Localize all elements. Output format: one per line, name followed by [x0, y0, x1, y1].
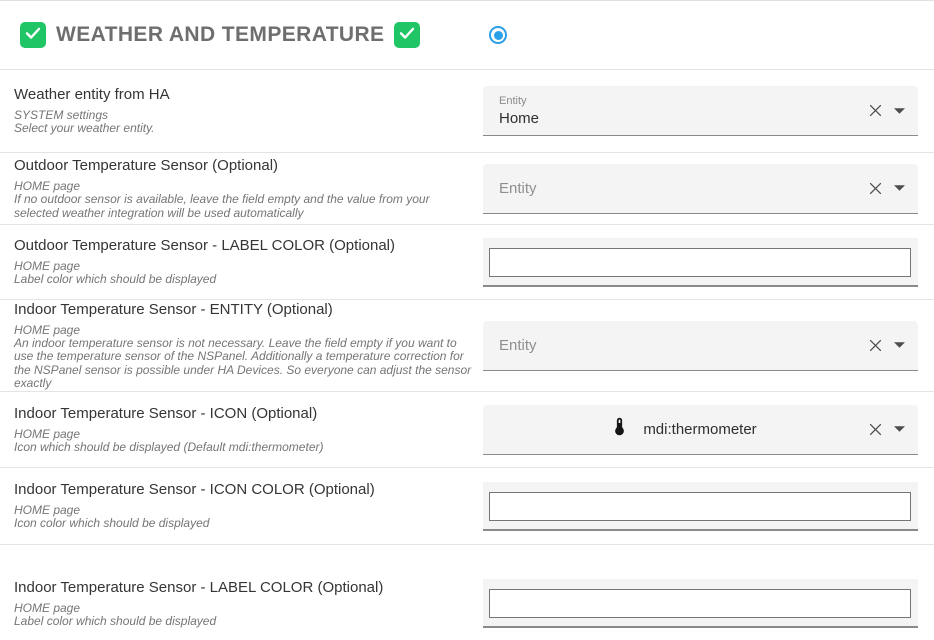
weather-entity-select[interactable]: Entity Home: [483, 86, 918, 136]
setting-row-outdoor-label-color: Outdoor Temperature Sensor - LABEL COLOR…: [0, 225, 934, 300]
indoor-temp-entity-select[interactable]: Entity: [483, 321, 918, 371]
setting-row-indoor-icon-color: Indoor Temperature Sensor - ICON COLOR (…: [0, 468, 934, 545]
select-icons: [867, 337, 905, 354]
textfield-container: [483, 579, 918, 628]
setting-title: Indoor Temperature Sensor - ICON COLOR (…: [14, 481, 473, 498]
setting-description: Select your weather entity.: [14, 122, 473, 136]
select-placeholder: Entity: [499, 337, 867, 354]
setting-subtitle: HOME page: [14, 323, 473, 337]
setting-info: Indoor Temperature Sensor - LABEL COLOR …: [0, 545, 483, 640]
setting-subtitle: HOME page: [14, 427, 473, 441]
setting-row-indoor-icon: Indoor Temperature Sensor - ICON (Option…: [0, 392, 934, 468]
setting-input-column: Entity: [483, 153, 918, 224]
setting-description: An indoor temperature sensor is not nece…: [14, 337, 473, 391]
dropdown-caret-icon[interactable]: [894, 108, 905, 114]
setting-title: Indoor Temperature Sensor - LABEL COLOR …: [14, 579, 473, 596]
setting-input-column: [483, 545, 918, 640]
section-header-right: [483, 26, 934, 44]
setting-title: Indoor Temperature Sensor - ENTITY (Opti…: [14, 301, 473, 318]
thermometer-icon: [609, 416, 630, 442]
clear-icon[interactable]: [867, 102, 884, 119]
indoor-label-color-input[interactable]: [489, 589, 911, 618]
setting-subtitle: HOME page: [14, 259, 473, 273]
select-icons: [867, 180, 905, 197]
textfield-container: [483, 238, 918, 287]
indoor-temp-icon-select[interactable]: mdi:thermometer: [483, 405, 918, 455]
section-secondary-checkbox[interactable]: [394, 22, 420, 48]
setting-title: Outdoor Temperature Sensor (Optional): [14, 157, 473, 174]
setting-description: Icon which should be displayed (Default …: [14, 441, 473, 455]
select-value: Home: [499, 110, 867, 127]
setting-subtitle: HOME page: [14, 179, 473, 193]
setting-row-indoor-label-color: Indoor Temperature Sensor - LABEL COLOR …: [0, 545, 934, 640]
check-icon: [398, 24, 416, 47]
clear-icon[interactable]: [867, 337, 884, 354]
clear-icon[interactable]: [867, 180, 884, 197]
setting-info: Indoor Temperature Sensor - ENTITY (Opti…: [0, 300, 483, 391]
section-title: WEATHER AND TEMPERATURE: [56, 23, 384, 47]
setting-input-column: mdi:thermometer: [483, 392, 918, 467]
select-content: mdi:thermometer: [499, 416, 867, 442]
select-icons: [867, 102, 905, 119]
dropdown-caret-icon[interactable]: [894, 426, 905, 432]
setting-title: Outdoor Temperature Sensor - LABEL COLOR…: [14, 237, 473, 254]
setting-input-column: [483, 468, 918, 544]
dropdown-caret-icon[interactable]: [894, 185, 905, 191]
setting-description: Label color which should be displayed: [14, 273, 473, 287]
setting-description: Label color which should be displayed: [14, 615, 473, 629]
setting-row-weather-entity: Weather entity from HA SYSTEM settings S…: [0, 70, 934, 153]
clear-icon[interactable]: [867, 421, 884, 438]
setting-info: Outdoor Temperature Sensor - LABEL COLOR…: [0, 225, 483, 299]
select-placeholder: Entity: [499, 180, 867, 197]
setting-description: Icon color which should be displayed: [14, 517, 473, 531]
select-value: mdi:thermometer: [643, 421, 756, 438]
setting-description: If no outdoor sensor is available, leave…: [14, 193, 473, 220]
check-icon: [24, 24, 42, 47]
setting-info: Indoor Temperature Sensor - ICON (Option…: [0, 392, 483, 467]
setting-title: Indoor Temperature Sensor - ICON (Option…: [14, 405, 473, 422]
setting-info: Indoor Temperature Sensor - ICON COLOR (…: [0, 468, 483, 544]
dropdown-caret-icon[interactable]: [894, 342, 905, 348]
setting-subtitle: HOME page: [14, 601, 473, 615]
outdoor-label-color-input[interactable]: [489, 248, 911, 277]
setting-info: Weather entity from HA SYSTEM settings S…: [0, 70, 483, 152]
setting-input-column: [483, 225, 918, 299]
section-enable-checkbox[interactable]: [20, 22, 46, 48]
setting-row-outdoor-entity: Outdoor Temperature Sensor (Optional) HO…: [0, 153, 934, 225]
settings-panel: WEATHER AND TEMPERATURE Weather entity f…: [0, 0, 934, 640]
setting-title: Weather entity from HA: [14, 86, 473, 103]
setting-input-column: Entity Home: [483, 70, 918, 152]
setting-info: Outdoor Temperature Sensor (Optional) HO…: [0, 153, 483, 224]
select-icons: [867, 421, 905, 438]
select-content: Entity: [499, 180, 867, 197]
section-header-left: WEATHER AND TEMPERATURE: [0, 22, 483, 48]
setting-input-column: Entity: [483, 300, 918, 391]
section-radio-button[interactable]: [489, 26, 507, 44]
textfield-container: [483, 482, 918, 531]
setting-subtitle: HOME page: [14, 503, 473, 517]
indoor-icon-color-input[interactable]: [489, 492, 911, 521]
setting-subtitle: SYSTEM settings: [14, 108, 473, 122]
section-header: WEATHER AND TEMPERATURE: [0, 0, 934, 70]
select-content: Entity: [499, 337, 867, 354]
outdoor-temp-entity-select[interactable]: Entity: [483, 164, 918, 214]
select-floating-label: Entity: [499, 95, 867, 107]
setting-row-indoor-entity: Indoor Temperature Sensor - ENTITY (Opti…: [0, 300, 934, 392]
select-content: Entity Home: [499, 95, 867, 127]
radio-dot-icon: [494, 31, 503, 40]
